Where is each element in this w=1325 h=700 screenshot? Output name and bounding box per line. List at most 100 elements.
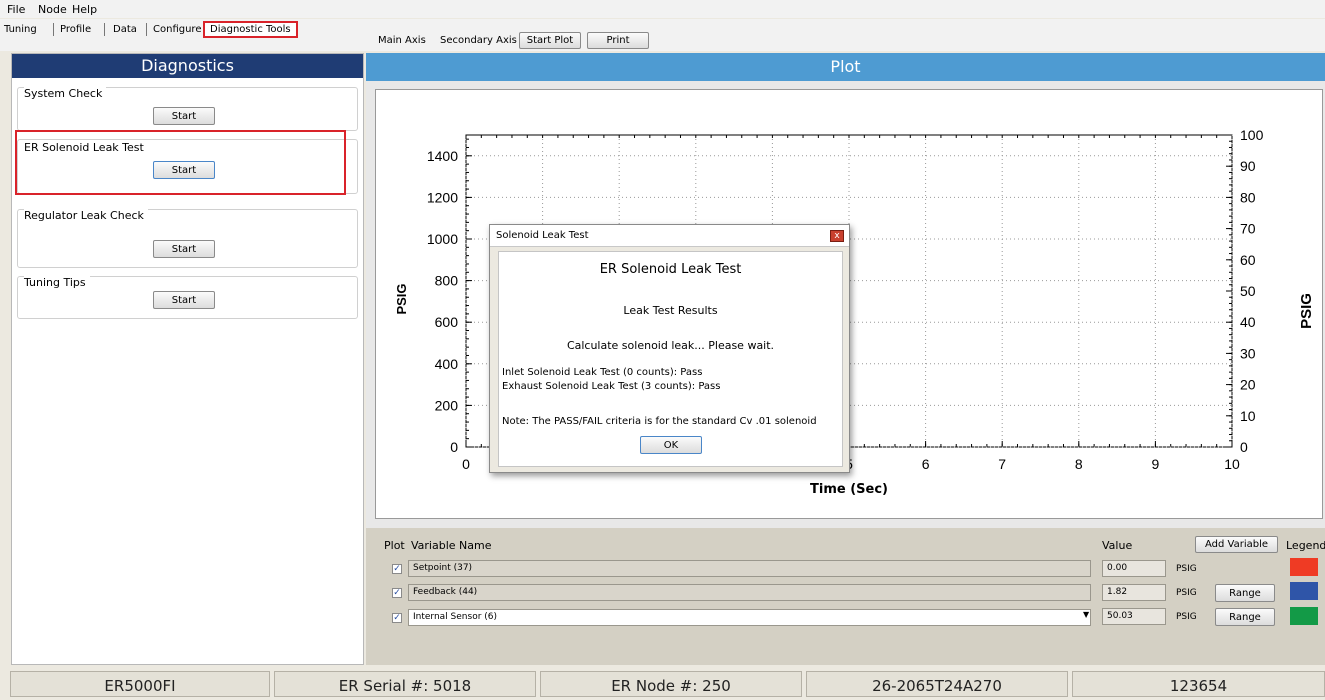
add-variable-button[interactable]: Add Variable [1195,536,1278,553]
solenoid-leak-test-dialog: Solenoid Leak Test x ER Solenoid Leak Te… [489,224,850,473]
tuning-tips-label: Tuning Tips [24,276,90,289]
dialog-body: ER Solenoid Leak Test Leak Test Results … [498,251,843,467]
y-tick-label: 1200 [427,189,458,205]
setpoint-plot-checkbox[interactable]: ✓ [392,564,402,574]
y2-tick-label: 70 [1240,221,1256,237]
y-tick-label: 800 [435,273,459,289]
x-tick-label: 0 [462,456,470,472]
system-check-group: System Check Start [17,87,358,131]
menu-file[interactable]: File [7,3,25,16]
y2-axis-label: PSIG [1298,293,1315,329]
setpoint-unit: PSIG [1176,564,1197,574]
tab-profile[interactable]: Profile [60,24,91,35]
feedback-unit: PSIG [1176,588,1197,598]
feedback-value-field: 1.82 [1102,584,1166,601]
system-check-label: System Check [24,87,107,100]
y-tick-label: 600 [435,314,459,330]
dialog-heading: ER Solenoid Leak Test [599,262,742,277]
menu-bar: File Node Help [0,0,1325,18]
value-header: Value [1102,539,1133,552]
tab-bar: Tuning Profile Data Configure Diagnostic… [0,19,366,51]
y-tick-label: 400 [435,356,459,372]
y2-tick-label: 40 [1240,314,1256,330]
menu-help[interactable]: Help [72,3,97,16]
setpoint-value-field: 0.00 [1102,560,1166,577]
y2-tick-label: 20 [1240,377,1256,393]
y2-tick-label: 60 [1240,252,1256,268]
y-tick-label: 1400 [427,148,458,164]
dropdown-arrow-icon[interactable]: ▼ [1083,610,1089,619]
y2-tick-label: 10 [1240,408,1256,424]
print-button[interactable]: Print [587,32,649,49]
dialog-note: Note: The PASS/FAIL criteria is for the … [502,416,817,427]
secondary-axis-tab[interactable]: Secondary Axis [440,35,517,46]
dialog-window-title: Solenoid Leak Test [496,230,589,241]
feedback-plot-checkbox[interactable]: ✓ [392,588,402,598]
status-model: ER5000FI [10,671,270,697]
setpoint-variable-field[interactable]: Setpoint (37) [408,560,1091,577]
variable-name-header: Variable Name [411,539,492,552]
feedback-variable-field[interactable]: Feedback (44) [408,584,1091,601]
tab-configure[interactable]: Configure [153,24,201,35]
status-bar: ER5000FI ER Serial #: 5018 ER Node #: 25… [0,669,1325,697]
internal-sensor-value-field: 50.03 [1102,608,1166,625]
y-tick-label: 1000 [427,231,458,247]
tab-diagnostic-tools[interactable]: Diagnostic Tools [203,21,298,38]
x-tick-label: 10 [1224,456,1240,472]
setpoint-legend-swatch [1290,558,1318,576]
tab-separator [104,23,105,36]
y-axis-label: PSIG [394,283,409,314]
y2-tick-label: 80 [1240,189,1256,205]
tab-separator [146,23,147,36]
plot-title: Plot [366,53,1325,81]
internal-sensor-range-button[interactable]: Range [1215,608,1275,626]
main-axis-tab[interactable]: Main Axis [378,35,426,46]
menu-node[interactable]: Node [38,3,67,16]
tuning-tips-group: Tuning Tips Start [17,276,358,319]
dialog-title-bar: Solenoid Leak Test [490,225,849,247]
start-plot-button[interactable]: Start Plot [519,32,581,49]
tab-data[interactable]: Data [113,24,137,35]
system-check-start-button[interactable]: Start [153,107,215,125]
internal-sensor-unit: PSIG [1176,612,1197,622]
tuning-tips-start-button[interactable]: Start [153,291,215,309]
close-icon[interactable]: x [830,230,844,242]
plot-column-header: Plot [384,539,405,552]
status-id: 123654 [1072,671,1325,697]
x-tick-label: 8 [1075,456,1083,472]
regulator-leak-check-start-button[interactable]: Start [153,240,215,258]
status-serial: ER Serial #: 5018 [274,671,536,697]
dialog-wait-message: Calculate solenoid leak... Please wait. [566,339,775,352]
x-axis-label: Time (Sec) [810,482,888,497]
x-tick-label: 7 [998,456,1006,472]
ok-button[interactable]: OK [640,436,702,454]
dialog-exhaust-result: Exhaust Solenoid Leak Test (3 counts): P… [502,381,721,392]
internal-sensor-legend-swatch [1290,607,1318,625]
highlight-box [15,130,346,195]
y2-tick-label: 100 [1240,127,1264,143]
tab-separator [53,23,54,36]
internal-sensor-variable-select[interactable]: Internal Sensor (6) [408,609,1091,626]
x-tick-label: 9 [1152,456,1160,472]
status-part-number: 26-2065T24A270 [806,671,1068,697]
y-tick-label: 200 [435,397,459,413]
y2-tick-label: 30 [1240,345,1256,361]
legend-header: Legend [1286,539,1325,552]
y2-tick-label: 0 [1240,439,1248,455]
y-tick-label: 0 [450,439,458,455]
feedback-range-button[interactable]: Range [1215,584,1275,602]
internal-sensor-plot-checkbox[interactable]: ✓ [392,613,402,623]
dialog-inlet-result: Inlet Solenoid Leak Test (0 counts): Pas… [502,367,703,378]
tab-tuning[interactable]: Tuning [4,24,37,35]
feedback-legend-swatch [1290,582,1318,600]
y2-tick-label: 90 [1240,158,1256,174]
plot-toolbar: Main Axis Secondary Axis Start Plot Prin… [366,19,1325,51]
regulator-leak-check-group: Regulator Leak Check Start [17,209,358,268]
regulator-leak-check-label: Regulator Leak Check [24,209,148,222]
variables-panel: Plot Variable Name Value Add Variable Le… [366,528,1325,665]
y2-tick-label: 50 [1240,283,1256,299]
dialog-subheading: Leak Test Results [623,304,718,317]
x-tick-label: 6 [922,456,930,472]
status-node: ER Node #: 250 [540,671,802,697]
diagnostics-title: Diagnostics [12,54,363,78]
